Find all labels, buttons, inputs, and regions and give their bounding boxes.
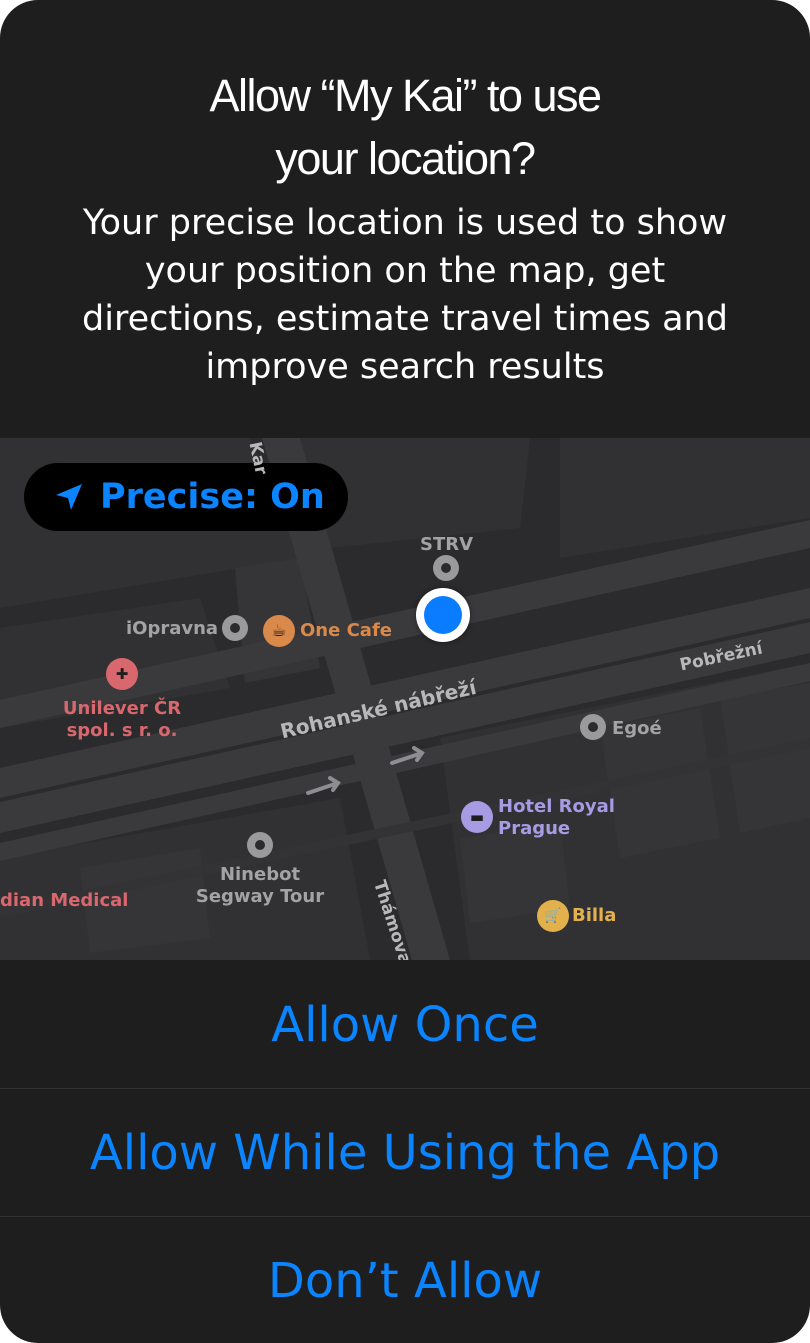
precise-toggle-label: Precise: On (100, 477, 325, 517)
user-location-dot (416, 588, 470, 642)
poi-label-ninebot[interactable]: Ninebot Segway Tour (190, 864, 330, 908)
poi-marker-icon[interactable] (433, 555, 459, 581)
bed-icon[interactable]: ▬ (461, 801, 493, 833)
poi-label-iopravna[interactable]: iOpravna (126, 618, 218, 639)
dialog-message-line: directions, estimate travel times and (82, 299, 728, 339)
poi-label-line: Ninebot (219, 864, 301, 885)
poi-label-unilever[interactable]: Unilever ČR spol. s r. o. (54, 698, 190, 742)
poi-marker-icon[interactable] (247, 832, 273, 858)
allow-once-button[interactable]: Allow Once (0, 961, 810, 1088)
coffee-cup-icon[interactable]: ☕ (263, 615, 295, 647)
dialog-title: Allow “My Kai” to use your location? (0, 64, 810, 190)
poi-marker-icon[interactable] (222, 615, 248, 641)
dialog-title-line-2: your location? (275, 133, 536, 184)
location-permission-dialog: Allow “My Kai” to use your location? You… (0, 0, 810, 1343)
poi-label-line: Segway Tour (195, 886, 325, 907)
shopping-cart-icon[interactable]: 🛒 (537, 900, 569, 932)
poi-label-hotel[interactable]: Hotel Royal Prague (498, 796, 615, 840)
poi-label-line: Hotel Royal (498, 796, 615, 817)
dialog-message: Your precise location is used to show yo… (40, 199, 770, 391)
location-arrow-icon (56, 484, 82, 510)
poi-label-line: Unilever ČR (62, 698, 182, 719)
poi-label-egoe[interactable]: Egoé (612, 718, 662, 739)
dialog-message-line: your position on the map, get (144, 251, 666, 291)
location-map[interactable]: Precise: On Rohanské nábřeží Pobřežní Th… (0, 438, 810, 960)
dialog-message-line: improve search results (205, 347, 605, 387)
allow-while-using-button[interactable]: Allow While Using the App (0, 1089, 810, 1216)
poi-label-billa[interactable]: Billa (572, 905, 616, 926)
poi-marker-icon[interactable] (580, 714, 606, 740)
poi-label-one-cafe[interactable]: One Cafe (300, 620, 392, 641)
poi-label-medical[interactable]: dian Medical (0, 890, 128, 911)
poi-label-line: spol. s r. o. (66, 720, 178, 741)
dialog-title-line-1: Allow “My Kai” to use (209, 70, 602, 121)
precise-location-toggle[interactable]: Precise: On (24, 463, 348, 531)
poi-label-line: Prague (498, 818, 571, 839)
poi-label-strv[interactable]: STRV (420, 534, 473, 555)
dont-allow-button[interactable]: Don’t Allow (0, 1217, 810, 1343)
dialog-message-line: Your precise location is used to show (82, 203, 728, 243)
pill-icon[interactable]: ✚ (106, 658, 138, 690)
